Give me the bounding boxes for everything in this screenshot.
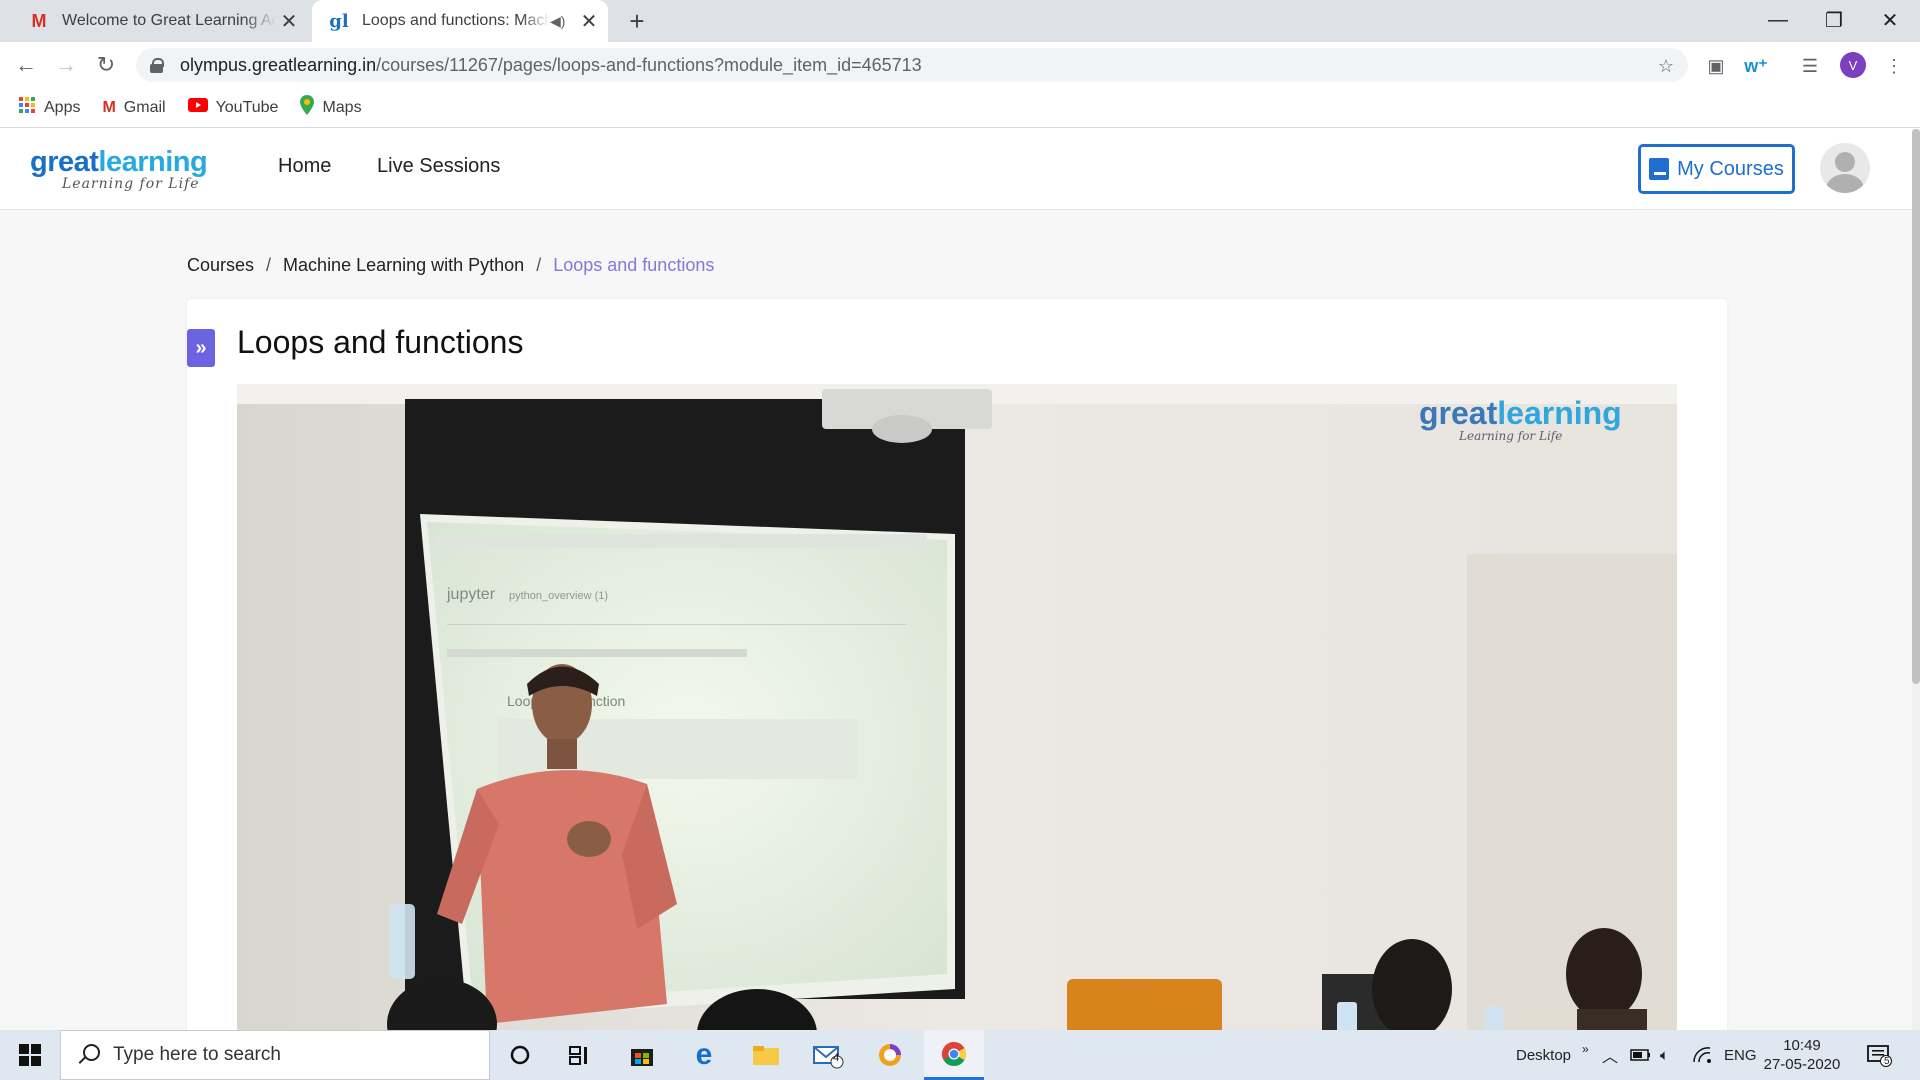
video-player[interactable]: jupyter python_overview (1) Loops and fu…: [237, 384, 1677, 1030]
extension-w-icon[interactable]: w⁺: [1742, 52, 1770, 80]
volume-icon[interactable]: 🔈︎: [1660, 1030, 1669, 1080]
clock-date: 27-05-2020: [1763, 1056, 1841, 1073]
my-courses-label: My Courses: [1677, 157, 1784, 180]
store-icon[interactable]: [614, 1030, 670, 1080]
url-path: /courses/11267/pages/loops-and-functions…: [376, 54, 922, 75]
tab-gmail[interactable]: M Welcome to Great Learning Academy ✕: [12, 0, 308, 42]
user-avatar[interactable]: [1820, 143, 1870, 193]
forward-icon[interactable]: →: [48, 47, 84, 83]
toolbar-overflow-icon[interactable]: »: [1582, 1024, 1589, 1074]
gmail-icon: M: [102, 98, 116, 116]
expand-sidebar-button[interactable]: »: [187, 329, 215, 367]
battery-icon[interactable]: [1630, 1030, 1652, 1080]
task-view-icon[interactable]: [552, 1030, 608, 1080]
media-controls-icon[interactable]: ☰: [1796, 52, 1824, 80]
logo-tagline: Learning for Life: [62, 176, 200, 192]
bookmark-gmail[interactable]: M Gmail: [102, 99, 165, 117]
bookmarks-bar: Apps M Gmail YouTube Maps: [0, 88, 1920, 128]
close-icon[interactable]: ✕: [576, 8, 602, 34]
extension-icon[interactable]: ▣: [1702, 52, 1730, 80]
page-scrollbar-thumb[interactable]: [1912, 129, 1920, 684]
book-icon: [1649, 158, 1670, 180]
gmail-icon: M: [31, 10, 47, 31]
bookmark-label: Maps: [322, 98, 362, 116]
bookmark-label: Gmail: [123, 98, 166, 116]
chevron-up-icon[interactable]: ︿: [1602, 1030, 1618, 1080]
profile-avatar[interactable]: V: [1840, 52, 1866, 78]
bookmark-youtube[interactable]: YouTube: [187, 98, 279, 117]
breadcrumb-separator: /: [536, 255, 542, 275]
menu-dots-icon[interactable]: ⋮: [1880, 52, 1908, 80]
back-icon[interactable]: ←: [8, 47, 44, 83]
desktop-toolbar-label[interactable]: Desktop: [1516, 1030, 1571, 1080]
language-indicator[interactable]: ENG: [1724, 1030, 1757, 1080]
greatlearning-logo[interactable]: greatlearning Learning for Life: [30, 147, 230, 195]
bookmark-maps[interactable]: Maps: [300, 95, 362, 120]
cortana-icon[interactable]: [492, 1030, 548, 1080]
bookmark-apps[interactable]: Apps: [18, 96, 80, 119]
mail-badge: 4: [833, 1052, 840, 1064]
bookmark-label: Apps: [44, 98, 81, 116]
greatlearning-icon: gl: [329, 10, 349, 32]
windows-taskbar: Type here to search e 4 Desktop » ︿ 🔈︎ E…: [0, 1030, 1920, 1080]
notification-badge: 5: [1884, 1056, 1890, 1067]
youtube-icon: [187, 98, 208, 117]
clock-time: 10:49: [1783, 1037, 1821, 1054]
search-placeholder: Type here to search: [113, 1044, 281, 1065]
notifications-icon[interactable]: 5: [1866, 1030, 1892, 1080]
svg-text:jupyter: jupyter: [446, 586, 496, 603]
nav-home[interactable]: Home: [278, 155, 331, 178]
file-explorer-icon[interactable]: [738, 1030, 794, 1080]
speaker-icon[interactable]: ◀): [550, 13, 572, 30]
edge-icon[interactable]: e: [676, 1030, 732, 1080]
video-frame-image: jupyter python_overview (1) Loops and fu…: [237, 384, 1677, 1030]
breadcrumb-course[interactable]: Machine Learning with Python: [283, 255, 524, 276]
search-icon: [77, 1044, 100, 1066]
close-window-icon[interactable]: ✕: [1862, 0, 1918, 40]
browser-toolbar: ← → ↻ olympus.greatlearning.in/courses/1…: [0, 42, 1920, 88]
minimize-icon[interactable]: —: [1750, 0, 1806, 40]
taskbar-clock[interactable]: 10:49 27-05-2020: [1762, 1036, 1842, 1074]
maps-pin-icon: [300, 95, 315, 120]
apps-grid-icon: [18, 96, 36, 119]
browser-app-icon[interactable]: [862, 1030, 918, 1080]
breadcrumb-separator: /: [266, 255, 272, 275]
svg-text:python_overview (1): python_overview (1): [509, 590, 608, 602]
breadcrumb-current: Loops and functions: [553, 255, 715, 275]
windows-start-icon[interactable]: [0, 1030, 60, 1080]
tab-loops-and-functions[interactable]: gl Loops and functions: Machine Learning…: [312, 0, 608, 42]
tab-title: Welcome to Great Learning Academy: [62, 12, 276, 29]
address-bar[interactable]: olympus.greatlearning.in/courses/11267/p…: [136, 48, 1688, 82]
browser-tab-strip: M Welcome to Great Learning Academy ✕ gl…: [0, 0, 1920, 42]
bookmark-label: YouTube: [215, 98, 279, 116]
lock-icon: [150, 58, 164, 73]
mail-icon[interactable]: 4: [800, 1030, 856, 1080]
video-watermark: greatlearning: [1419, 395, 1622, 431]
page-title: Loops and functions: [237, 324, 524, 360]
taskbar-search-input[interactable]: Type here to search: [60, 1030, 490, 1080]
restore-icon[interactable]: ❐: [1806, 0, 1862, 40]
close-icon[interactable]: ✕: [276, 8, 302, 34]
breadcrumb-courses[interactable]: Courses: [187, 255, 254, 276]
tab-title: Loops and functions: Machine Learning wi…: [362, 12, 550, 29]
url-host: olympus.greatlearning.in: [180, 54, 377, 75]
web-page: greatlearning Learning for Life Home Liv…: [0, 129, 1920, 1030]
nav-live-sessions[interactable]: Live Sessions: [377, 155, 500, 178]
wifi-icon[interactable]: [1692, 1030, 1712, 1080]
my-courses-button[interactable]: My Courses: [1638, 144, 1795, 194]
star-icon[interactable]: ☆: [1652, 52, 1680, 80]
svg-text:Learning for Life: Learning for Life: [1458, 429, 1562, 443]
site-header: greatlearning Learning for Life Home Liv…: [0, 129, 1920, 210]
breadcrumb: Courses / Machine Learning with Python /…: [187, 255, 714, 276]
reload-icon[interactable]: ↻: [88, 47, 124, 83]
new-tab-button[interactable]: +: [622, 6, 652, 36]
chrome-taskbar-icon[interactable]: [924, 1030, 984, 1080]
